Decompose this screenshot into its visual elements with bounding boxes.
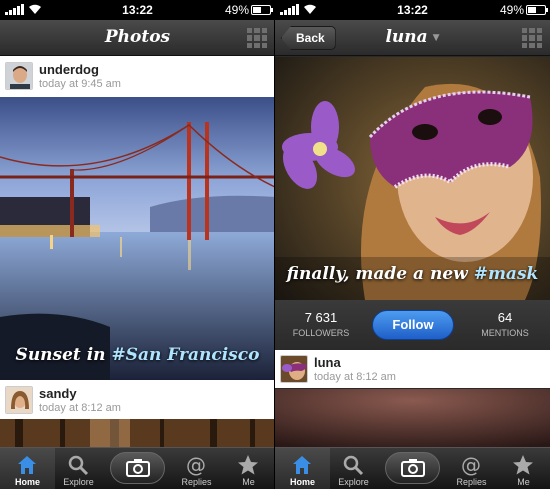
hashtag-link[interactable]: #mask <box>474 264 539 284</box>
status-bar: 13:22 49% <box>0 0 274 20</box>
profile-cover-photo[interactable]: finally, made a new #mask <box>275 57 550 300</box>
hashtag-link[interactable]: #San Francisco <box>111 345 259 365</box>
camera-icon <box>126 459 150 477</box>
post-username[interactable]: luna <box>314 355 341 370</box>
profile-stats-bar: 7 631 FOLLOWERS Follow 64 MENTIONS <box>275 300 550 350</box>
star-icon <box>513 455 533 475</box>
battery-icon <box>251 5 273 15</box>
camera-icon <box>401 459 425 477</box>
home-icon <box>293 456 311 474</box>
followers-count: 7 631 <box>304 310 338 325</box>
tab-replies[interactable]: @ Replies <box>444 448 499 489</box>
nav-bar: Photos <box>0 20 274 56</box>
page-title[interactable]: luna ▼ <box>275 27 550 47</box>
camera-button[interactable] <box>110 452 165 484</box>
tab-explore[interactable]: Explore <box>326 448 381 489</box>
post-username[interactable]: underdog <box>39 62 99 77</box>
post-timestamp: today at 8:12 am <box>314 371 396 383</box>
battery-percent: 49% <box>499 3 524 17</box>
post-photo[interactable] <box>275 389 550 447</box>
search-icon <box>343 455 364 476</box>
tab-bar: Home Explore @ Replies Me <box>275 447 550 489</box>
followers-stat[interactable]: 7 631 FOLLOWERS <box>281 310 361 338</box>
battery-icon <box>526 5 548 15</box>
tab-me[interactable]: Me <box>221 448 274 489</box>
mentions-stat[interactable]: 64 MENTIONS <box>465 310 545 338</box>
photos-screen: 13:22 49% Photos underdog today at 9:45 … <box>0 0 275 489</box>
star-icon <box>238 455 258 475</box>
tab-explore[interactable]: Explore <box>51 448 106 489</box>
forest-photo <box>0 419 274 447</box>
follow-button[interactable]: Follow <box>372 310 454 340</box>
battery-percent: 49% <box>224 3 249 17</box>
avatar[interactable] <box>280 355 308 383</box>
tab-home[interactable]: Home <box>0 448 55 489</box>
followers-label: FOLLOWERS <box>292 328 350 338</box>
photo-caption: Sunset in #San Francisco <box>15 345 260 365</box>
at-sign-icon: @ <box>186 454 206 476</box>
tab-home[interactable]: Home <box>275 448 330 489</box>
nav-bar: Back luna ▼ <box>275 20 550 56</box>
post-photo[interactable]: Sunset in #San Francisco <box>0 97 274 380</box>
status-bar: 13:22 49% <box>275 0 550 20</box>
post-header[interactable]: luna today at 8:12 am <box>275 350 550 388</box>
post-header[interactable]: underdog today at 9:45 am <box>0 57 274 97</box>
post-photo[interactable] <box>0 419 274 447</box>
home-icon <box>18 456 36 474</box>
post-photo-image <box>275 389 550 447</box>
post-username[interactable]: sandy <box>39 386 77 401</box>
golden-gate-photo <box>0 97 274 380</box>
grid-view-icon[interactable] <box>247 28 267 48</box>
tab-me[interactable]: Me <box>496 448 550 489</box>
post-timestamp: today at 9:45 am <box>39 78 121 90</box>
tab-bar: Home Explore @ Replies Me <box>0 447 274 489</box>
photo-caption: finally, made a new #mask <box>286 264 539 284</box>
post-header[interactable]: sandy today at 8:12 am <box>0 381 274 419</box>
mentions-count: 64 <box>497 310 513 325</box>
search-icon <box>68 455 89 476</box>
camera-button[interactable] <box>385 452 440 484</box>
chevron-down-icon: ▼ <box>432 32 440 43</box>
at-sign-icon: @ <box>461 454 481 476</box>
grid-view-icon[interactable] <box>522 28 542 48</box>
post-timestamp: today at 8:12 am <box>39 402 121 414</box>
profile-screen: 13:22 49% Back luna ▼ finally, made a new… <box>275 0 550 489</box>
avatar[interactable] <box>5 62 33 90</box>
avatar[interactable] <box>5 386 33 414</box>
mentions-label: MENTIONS <box>481 328 529 338</box>
page-title: Photos <box>104 27 171 47</box>
tab-replies[interactable]: @ Replies <box>169 448 224 489</box>
svg-text:@: @ <box>461 454 481 476</box>
svg-text:@: @ <box>186 454 206 476</box>
